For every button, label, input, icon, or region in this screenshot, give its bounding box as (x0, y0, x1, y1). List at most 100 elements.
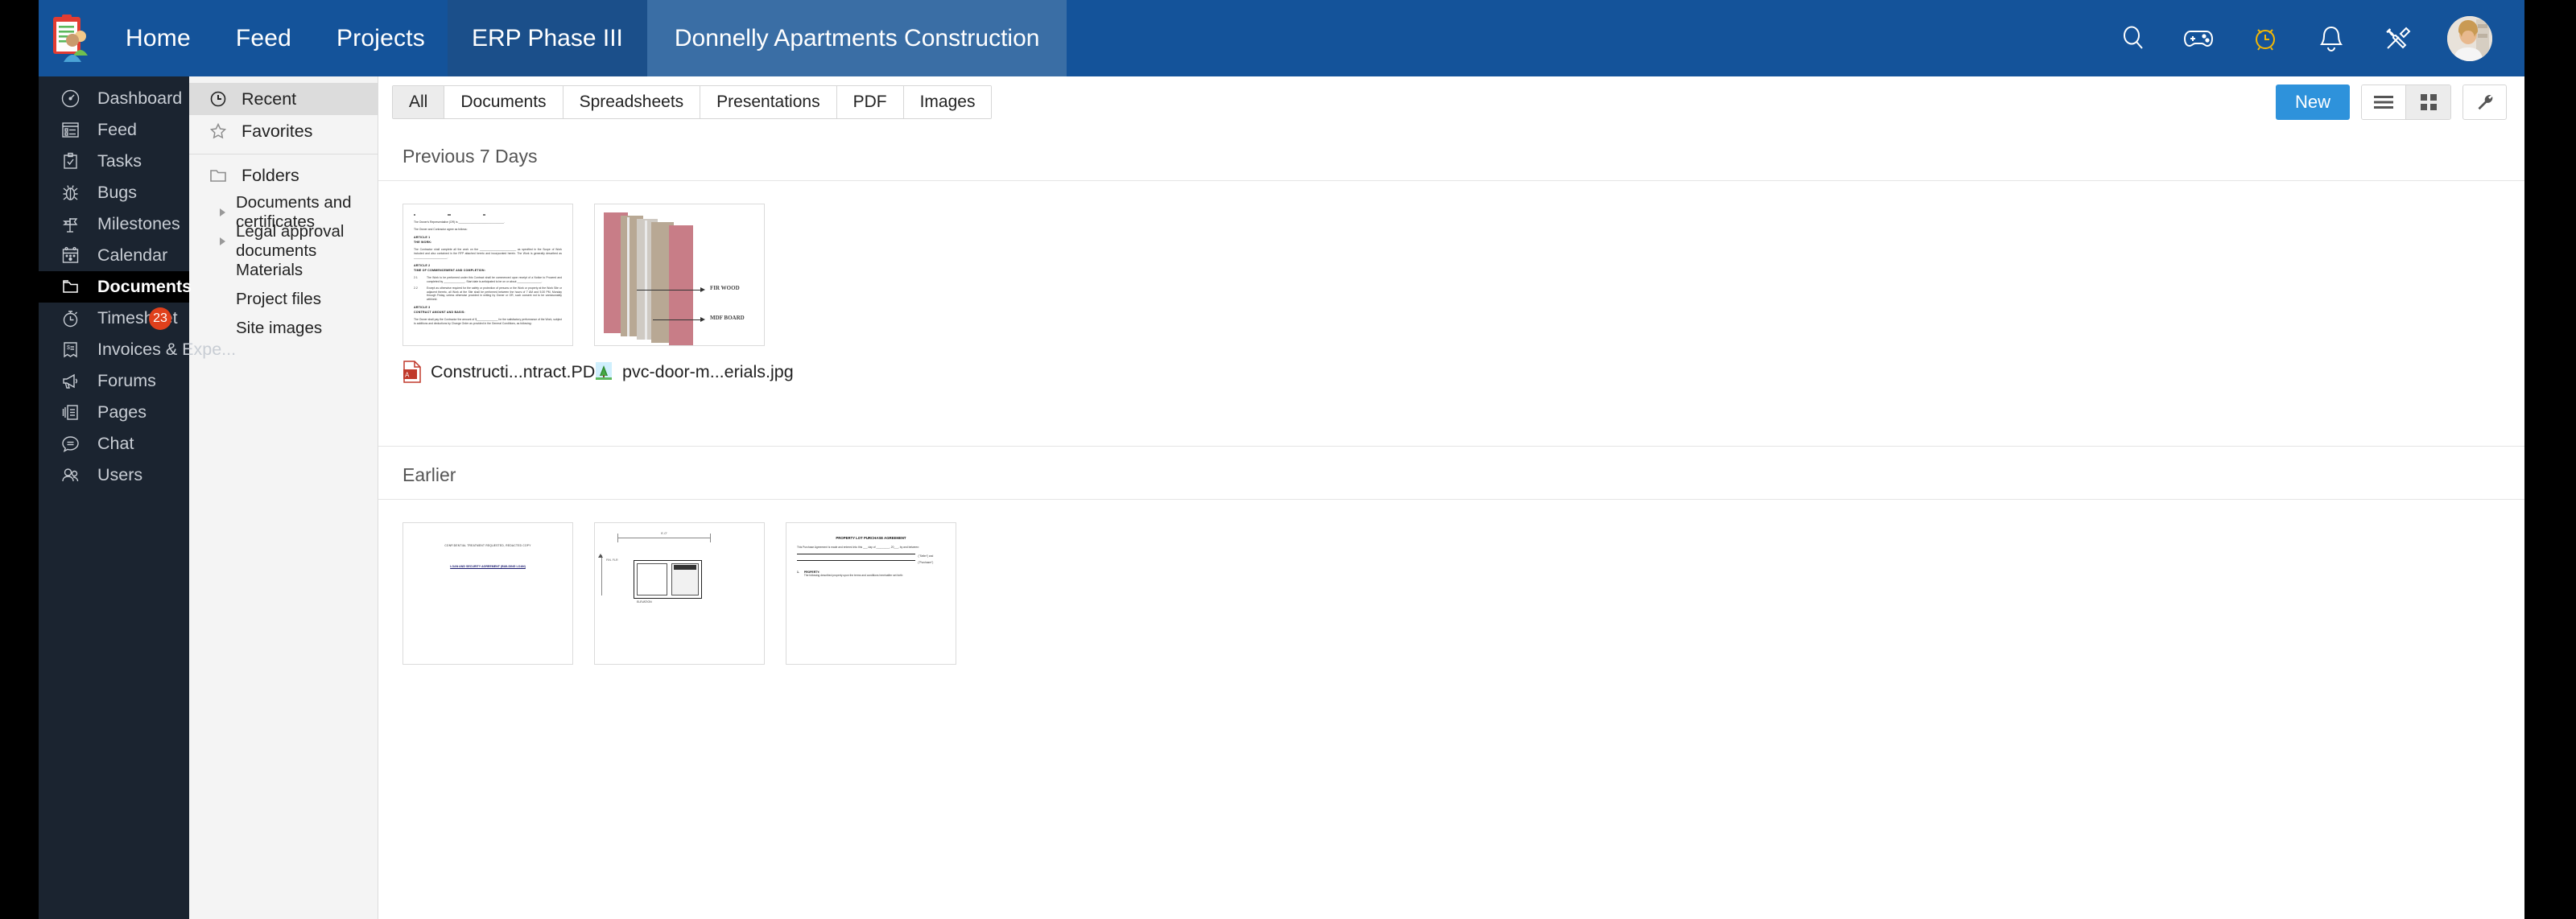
sidebar-item-bugs[interactable]: Bugs (39, 177, 189, 208)
list-view-icon[interactable] (2362, 85, 2406, 119)
panel-item-recent[interactable]: Recent (189, 83, 378, 115)
clipboard-check-icon (60, 150, 81, 172)
filter-documents[interactable]: Documents (444, 86, 563, 118)
file-card-technical-drawing[interactable]: 9'-0" FIN. FLR ELEVATION (594, 522, 765, 665)
tools-icon[interactable] (2381, 23, 2413, 55)
file-thumbnail[interactable]: The Owner's Representative (OR) is _____… (402, 204, 573, 346)
signpost-icon (60, 213, 81, 235)
tab-erp-phase-iii[interactable]: ERP Phase III (448, 0, 647, 76)
timesheet-badge: 23 (149, 307, 171, 330)
sidebar-item-label: Dashboard (97, 89, 182, 109)
earlier-doc3-sec-body: The following described property upon th… (804, 574, 903, 577)
door-label-fir-wood: FIR WOOD (710, 285, 740, 291)
sidebar-item-milestones[interactable]: Milestones (39, 208, 189, 240)
sidebar-item-label: Forums (97, 371, 156, 391)
file-card-pvc-door-materials[interactable]: FIR WOOD MDF BOARD (594, 204, 765, 383)
sidebar-item-dashboard[interactable]: Dashboard (39, 83, 189, 114)
feed-icon (60, 119, 81, 141)
folder-label: Site images (236, 319, 322, 338)
file-thumbnail[interactable]: 9'-0" FIN. FLR ELEVATION (594, 522, 765, 665)
chevron-right-icon[interactable] (220, 237, 225, 245)
file-name: pvc-door-m...erials.jpg (622, 362, 794, 382)
sidebar-item-label: Chat (97, 434, 134, 454)
sidebar-item-chat[interactable]: Chat (39, 428, 189, 460)
bug-icon (60, 182, 81, 204)
file-grid-previous-7-days: The Owner's Representative (OR) is _____… (378, 181, 2524, 383)
primary-nav-links: Home Feed Projects (103, 0, 448, 76)
nav-link-feed[interactable]: Feed (213, 0, 314, 76)
panel-item-label: Favorites (242, 122, 312, 142)
file-thumbnail[interactable]: FIR WOOD MDF BOARD (594, 204, 765, 346)
sidebar-item-label: Feed (97, 120, 137, 140)
app-body: Dashboard Feed Tasks Bugs Milestones Cal (39, 76, 2524, 919)
contract-article3-head: ARTICLE 3 (414, 306, 562, 309)
file-card-construction-contract[interactable]: The Owner's Representative (OR) is _____… (402, 204, 573, 383)
svg-text:$: $ (67, 345, 70, 351)
earlier-doc1-line2: LOAN AND SECURITY AGREEMENT (BUILDING LO… (416, 565, 559, 568)
sidebar-item-forums[interactable]: Forums (39, 365, 189, 397)
user-avatar[interactable] (2447, 16, 2492, 61)
sidebar-item-users[interactable]: Users (39, 460, 189, 491)
chevron-right-icon[interactable] (220, 208, 225, 216)
view-mode-group (2361, 84, 2451, 120)
bell-icon[interactable] (2315, 23, 2347, 55)
gauge-icon (60, 88, 81, 109)
tab-donnelly-apartments-construction[interactable]: Donnelly Apartments Construction (647, 0, 1067, 76)
clock-icon (208, 90, 227, 109)
filter-pdf[interactable]: PDF (837, 86, 904, 118)
file-thumbnail[interactable]: PROPERTY LOT PURCHASE AGREEMENT This Pur… (786, 522, 956, 665)
search-icon[interactable] (2117, 23, 2149, 55)
folder-site-images[interactable]: Site images (189, 314, 378, 343)
sidebar-item-tasks[interactable]: Tasks (39, 146, 189, 177)
panel-item-folders[interactable]: Folders (189, 159, 378, 192)
contract-clause-2-2-body: Except as otherwise required for the saf… (427, 286, 562, 303)
toolbar-actions: New (2276, 84, 2507, 120)
filter-all[interactable]: All (393, 86, 444, 118)
panel-item-label: Folders (242, 166, 299, 186)
panel-item-favorites[interactable]: Favorites (189, 115, 378, 147)
section-title-previous-7-days: Previous 7 Days (378, 128, 2524, 181)
nav-link-home[interactable]: Home (103, 0, 213, 76)
sidebar-item-label: Milestones (97, 214, 180, 234)
calendar-icon (60, 245, 81, 266)
svg-text:A: A (405, 372, 410, 379)
folder-label: Legal approval documents (236, 222, 378, 261)
sidebar-item-feed[interactable]: Feed (39, 114, 189, 146)
sidebar-item-calendar[interactable]: Calendar (39, 240, 189, 271)
contract-article2-sub: TIME OF COMMENCEMENT AND COMPLETION: (414, 269, 562, 272)
pdf-file-icon: A (402, 361, 422, 383)
filter-images[interactable]: Images (904, 86, 992, 118)
folder-project-files[interactable]: Project files (189, 285, 378, 314)
grid-view-icon[interactable] (2406, 85, 2450, 119)
new-button[interactable]: New (2276, 84, 2350, 120)
clipboard-people-logo-icon (48, 14, 93, 64)
contract-clause-2-1-body: The Work to be performed under this Cont… (427, 276, 562, 284)
folder-icon (208, 167, 227, 185)
gamepad-icon[interactable] (2183, 23, 2215, 55)
earlier-section: Earlier CONFIDENTIAL TREATMENT REQUESTED… (378, 446, 2524, 665)
file-thumbnail[interactable]: CONFIDENTIAL TREATMENT REQUESTED, REDACT… (402, 522, 573, 665)
sidebar-item-pages[interactable]: Pages (39, 397, 189, 428)
sidebar-item-timesheet[interactable]: Timesheet 23 (39, 303, 189, 334)
top-navigation-bar: Home Feed Projects ERP Phase III Donnell… (39, 0, 2524, 76)
file-card-loan-security-agreement[interactable]: CONFIDENTIAL TREATMENT REQUESTED, REDACT… (402, 522, 573, 665)
file-grid-earlier: CONFIDENTIAL TREATMENT REQUESTED, REDACT… (378, 500, 2524, 665)
nav-link-projects[interactable]: Projects (314, 0, 448, 76)
sidebar-item-documents[interactable]: Documents (39, 271, 189, 303)
contract-article1-body: The Contractor shall complete all the wo… (414, 248, 562, 260)
folder-legal-approval-documents[interactable]: Legal approval documents (189, 227, 378, 256)
documents-toolbar: All Documents Spreadsheets Presentations… (378, 76, 2524, 128)
app-logo[interactable] (39, 0, 103, 76)
chat-icon (60, 433, 81, 455)
folder-label: Project files (236, 290, 321, 309)
folder-label: Materials (236, 261, 303, 280)
wrench-icon[interactable] (2462, 84, 2507, 120)
contract-article3-body: The Owner shall pay the Contractor the a… (414, 318, 562, 326)
contract-clause-2-1-num: 2.1 (414, 276, 422, 284)
filter-presentations[interactable]: Presentations (700, 86, 836, 118)
folder-materials[interactable]: Materials (189, 256, 378, 285)
timer-icon[interactable] (2249, 23, 2281, 55)
filter-spreadsheets[interactable]: Spreadsheets (564, 86, 701, 118)
sidebar-item-invoices-expenses[interactable]: $ Invoices & Expe... (39, 334, 189, 365)
file-card-property-lot-purchase-agreement[interactable]: PROPERTY LOT PURCHASE AGREEMENT This Pur… (786, 522, 956, 665)
